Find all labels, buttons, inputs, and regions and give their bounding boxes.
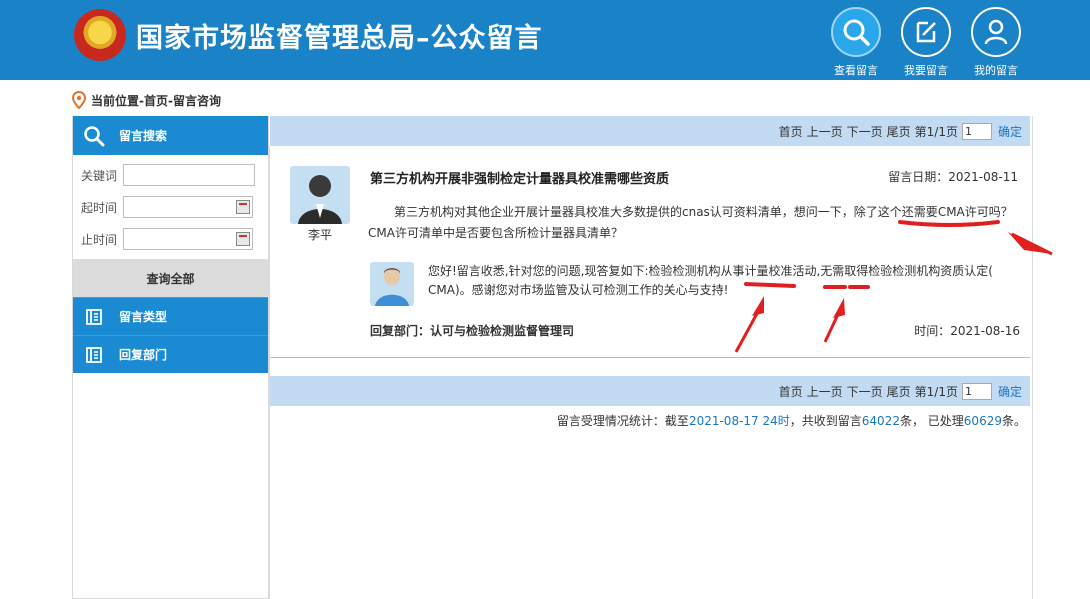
message-item: 李平 第三方机构开展非强制检定计量器具校准需哪些资质 留言日期：2021-08-… bbox=[270, 146, 1030, 358]
location-pin-icon bbox=[72, 91, 86, 109]
confirm-page-button[interactable]: 确定 bbox=[998, 123, 1022, 140]
page-info: 第1/1页 bbox=[914, 384, 958, 399]
edit-icon bbox=[916, 21, 936, 43]
national-emblem-logo: ★ bbox=[74, 9, 126, 61]
page-number-input[interactable]: 1 bbox=[961, 382, 992, 400]
keyword-input[interactable] bbox=[123, 164, 255, 186]
prev-page-link[interactable]: 上一页 bbox=[807, 123, 843, 140]
search-icon bbox=[84, 125, 105, 146]
calendar-icon[interactable] bbox=[236, 232, 250, 246]
search-icon bbox=[843, 19, 870, 46]
next-page-link[interactable]: 下一页 bbox=[847, 383, 883, 400]
avatar bbox=[290, 166, 350, 224]
next-page-link[interactable]: 下一页 bbox=[847, 123, 883, 140]
pager-bottom: 首页 上一页 下一页 尾页 第1/1页 1 确定 bbox=[270, 376, 1030, 406]
stats-suffix: 条。 bbox=[1001, 414, 1026, 428]
stats-prefix: 留言受理情况统计：截至 bbox=[556, 414, 689, 428]
message-title[interactable]: 第三方机构开展非强制检定计量器具校准需哪些资质 bbox=[370, 168, 669, 187]
view-messages-label: 查看留言 bbox=[834, 64, 878, 77]
prev-page-link[interactable]: 上一页 bbox=[807, 383, 843, 400]
reply-time: 时间：2021-08-16 bbox=[914, 324, 1020, 338]
site-title: 国家市场监督管理总局–公众留言 bbox=[136, 23, 543, 54]
reply-department: 回复部门：认可与检验检测监督管理司 bbox=[370, 324, 575, 338]
stats-date: 2021-08-17 24时 bbox=[688, 414, 790, 428]
my-messages-button[interactable]: 我的留言 bbox=[966, 7, 1026, 77]
start-date-label: 起时间 bbox=[81, 200, 118, 215]
stats-received: 64022 bbox=[861, 414, 900, 428]
first-page-link[interactable]: 首页 bbox=[779, 123, 803, 140]
sidebar-item-message-type[interactable]: 留言类型 bbox=[73, 297, 268, 335]
message-date: 留言日期：2021-08-11 bbox=[888, 170, 1018, 184]
end-date-row: 止时间 bbox=[73, 223, 268, 255]
official-avatar-icon bbox=[375, 268, 409, 306]
end-date-input[interactable] bbox=[123, 228, 253, 250]
reply-body: 您好!留言收悉,针对您的问题,现答复如下:检验检测机构从事计量校准活动,无需取得… bbox=[428, 264, 993, 297]
confirm-page-button[interactable]: 确定 bbox=[998, 383, 1022, 400]
sidebar: 留言搜索 关键词 起时间 止时间 查询全部 留言类型 回复部门 bbox=[72, 116, 269, 599]
sidebar-item-reply-dept[interactable]: 回复部门 bbox=[73, 335, 268, 373]
end-date-label: 止时间 bbox=[81, 232, 118, 247]
book-icon bbox=[86, 308, 102, 325]
pager-top: 首页 上一页 下一页 尾页 第1/1页 1 确定 bbox=[270, 116, 1030, 146]
keyword-label: 关键词 bbox=[81, 168, 118, 183]
page-info: 第1/1页 bbox=[914, 124, 958, 139]
stats-mid1: ，共收到留言 bbox=[789, 414, 862, 428]
message-stats: 留言受理情况统计：截至2021-08-17 24时，共收到留言64022条， 已… bbox=[270, 412, 1030, 429]
last-page-link[interactable]: 尾页 bbox=[887, 383, 911, 400]
person-avatar-icon bbox=[298, 175, 342, 224]
post-message-label: 我要留言 bbox=[904, 64, 948, 77]
calendar-icon[interactable] bbox=[236, 200, 250, 214]
last-page-link[interactable]: 尾页 bbox=[887, 123, 911, 140]
reply-avatar bbox=[370, 262, 414, 306]
user-icon bbox=[984, 19, 1008, 45]
sidebar-item-label: 留言类型 bbox=[119, 310, 168, 324]
breadcrumb: 当前位置-首页-留言咨询 bbox=[72, 90, 221, 110]
main-divider-right bbox=[1032, 116, 1033, 599]
breadcrumb-text: 当前位置-首页-留言咨询 bbox=[91, 93, 221, 108]
page-number-input[interactable]: 1 bbox=[961, 122, 992, 140]
first-page-link[interactable]: 首页 bbox=[779, 383, 803, 400]
message-search-header: 留言搜索 bbox=[73, 116, 268, 155]
keyword-row: 关键词 bbox=[73, 159, 268, 191]
message-body: 第三方机构对其他企业开展计量器具校准大多数提供的cnas认可资料清单，想问一下，… bbox=[368, 205, 1013, 240]
message-search-title: 留言搜索 bbox=[119, 129, 168, 143]
my-messages-label: 我的留言 bbox=[974, 64, 1018, 77]
post-message-button[interactable]: 我要留言 bbox=[896, 7, 956, 77]
view-messages-button[interactable]: 查看留言 bbox=[826, 7, 886, 77]
start-date-input[interactable] bbox=[123, 196, 253, 218]
sidebar-item-label: 回复部门 bbox=[119, 348, 168, 362]
author-name: 李平 bbox=[307, 228, 332, 242]
query-all-button[interactable]: 查询全部 bbox=[73, 259, 268, 297]
book-icon bbox=[86, 346, 102, 363]
stats-processed: 60629 bbox=[963, 414, 1002, 428]
start-date-row: 起时间 bbox=[73, 191, 268, 223]
header-bar: ★ 国家市场监督管理总局–公众留言 查看留言 我要留言 我的留言 bbox=[0, 0, 1090, 80]
stats-mid2: 条， 已处理 bbox=[899, 414, 964, 428]
